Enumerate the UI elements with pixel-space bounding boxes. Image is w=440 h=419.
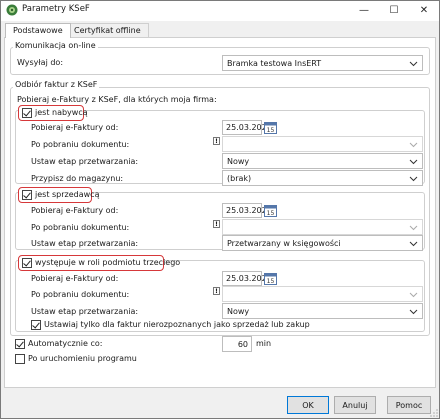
podmiot-trzeci-checkbox-label: występuje w roli podmiotu trzeciego: [35, 258, 181, 267]
nabywca-przypisz-combo[interactable]: (brak): [222, 170, 423, 186]
nabywca-etap-combo[interactable]: Nowy: [222, 153, 423, 169]
wysylaj-value: Bramka testowa InsERT: [227, 59, 322, 68]
resize-grip-icon[interactable]: [430, 409, 438, 417]
ksef-app-icon: [6, 4, 18, 16]
po-uruchomieniu-label: Po uruchomieniu programu: [28, 354, 137, 363]
podmiot-trzeci-etap-label: Ustaw etap przetwarzania:: [31, 307, 139, 316]
chevron-down-icon: [409, 176, 418, 182]
wysylaj-combo[interactable]: Bramka testowa InsERT: [222, 55, 423, 71]
minutes-unit-label: min: [256, 339, 272, 348]
sprzedawca-checkbox-label: jest sprzedawcą: [35, 190, 100, 199]
sprzedawca-etap-value: Przetwarzany w księgowości: [227, 239, 341, 248]
maximize-icon: ☐: [389, 5, 399, 16]
svg-text:15: 15: [267, 127, 275, 134]
chevron-down-icon: [409, 292, 418, 298]
wysylaj-label: Wysyłaj do:: [17, 58, 64, 67]
calendar-icon[interactable]: 15: [264, 272, 277, 285]
sprzedawca-pobieraj-label: Pobieraj e-Faktury od:: [31, 206, 119, 215]
komunikacja-legend: Komunikacja on-line: [13, 41, 98, 50]
nabywca-przypisz-value: (brak): [227, 174, 252, 183]
pomoc-button[interactable]: Pomoc: [387, 396, 431, 414]
calendar-icon[interactable]: 15: [264, 121, 277, 134]
window-title: Parametry KSeF: [22, 4, 90, 14]
sprzedawca-po-pobraniu-combo[interactable]: [222, 219, 423, 235]
podmiot-trzeci-etap-combo[interactable]: Nowy: [222, 303, 423, 319]
podmiot-trzeci-po-pobraniu-combo[interactable]: [222, 286, 423, 302]
odbior-legend: Odbiór faktur z KSeF: [13, 80, 100, 89]
chevron-down-icon: [409, 159, 418, 165]
nabywca-przypisz-label: Przypisz do magazynu:: [31, 174, 124, 183]
anuluj-button[interactable]: Anuluj: [334, 396, 376, 414]
chevron-down-icon: [409, 309, 418, 315]
ok-button[interactable]: OK: [287, 396, 329, 414]
close-icon: ✕: [419, 5, 429, 16]
nabywca-etap-label: Ustaw etap przetwarzania:: [31, 157, 139, 166]
podmiot-trzeci-checkbox[interactable]: [22, 258, 32, 268]
warning-icon: !: [213, 137, 220, 145]
svg-text:15: 15: [267, 210, 275, 217]
sprzedawca-checkbox[interactable]: [22, 190, 32, 200]
sprzedawca-date-input[interactable]: 25.03.2026: [222, 203, 272, 218]
nabywca-checkbox-label: jest nabywcą: [35, 108, 88, 117]
odbior-intro: Pobieraj e-Faktury z KSeF, dla których m…: [17, 95, 217, 104]
nabywca-po-pobraniu-combo[interactable]: [222, 136, 423, 152]
automatycznie-minutes-input[interactable]: 60: [222, 336, 252, 352]
automatycznie-label: Automatycznie co:: [28, 339, 103, 348]
sprzedawca-po-pobraniu-label: Po pobraniu dokumentu:: [31, 223, 130, 232]
podmiot-trzeci-date-input[interactable]: 25.03.2026: [222, 271, 272, 286]
close-button[interactable]: ✕: [409, 1, 439, 20]
nabywca-date-input[interactable]: 25.03.2026: [222, 120, 272, 135]
sprzedawca-etap-combo[interactable]: Przetwarzany w księgowości: [222, 235, 423, 251]
tab-certyfikat-offline[interactable]: Certyfikat offline: [66, 23, 149, 37]
chevron-down-icon: [409, 61, 418, 67]
chevron-down-icon: [409, 142, 418, 148]
sprzedawca-etap-label: Ustaw etap przetwarzania:: [31, 239, 139, 248]
podmiot-trzeci-pobieraj-label: Pobieraj e-Faktury od:: [31, 274, 119, 283]
nabywca-etap-value: Nowy: [227, 157, 250, 166]
chevron-down-icon: [409, 225, 418, 231]
warning-icon: !: [213, 287, 220, 295]
nabywca-po-pobraniu-label: Po pobraniu dokumentu:: [31, 140, 130, 149]
chevron-down-icon: [409, 241, 418, 247]
ustawiaj-tylko-checkbox[interactable]: [31, 320, 41, 330]
maximize-button[interactable]: ☐: [379, 1, 409, 20]
calendar-icon[interactable]: 15: [264, 204, 277, 217]
warning-icon: !: [213, 220, 220, 228]
po-uruchomieniu-checkbox[interactable]: [15, 354, 25, 364]
nabywca-pobieraj-label: Pobieraj e-Faktury od:: [31, 123, 119, 132]
podmiot-trzeci-po-pobraniu-label: Po pobraniu dokumentu:: [31, 290, 130, 299]
minimize-button[interactable]: —: [349, 1, 379, 20]
ustawiaj-tylko-label: Ustawiaj tylko dla faktur nierozpoznanyc…: [44, 320, 310, 329]
automatycznie-checkbox[interactable]: [15, 339, 25, 349]
minimize-icon: —: [359, 5, 369, 16]
nabywca-checkbox[interactable]: [22, 108, 32, 118]
svg-text:15: 15: [267, 278, 275, 285]
podmiot-trzeci-etap-value: Nowy: [227, 307, 250, 316]
tab-podstawowe[interactable]: Podstawowe: [5, 23, 71, 38]
